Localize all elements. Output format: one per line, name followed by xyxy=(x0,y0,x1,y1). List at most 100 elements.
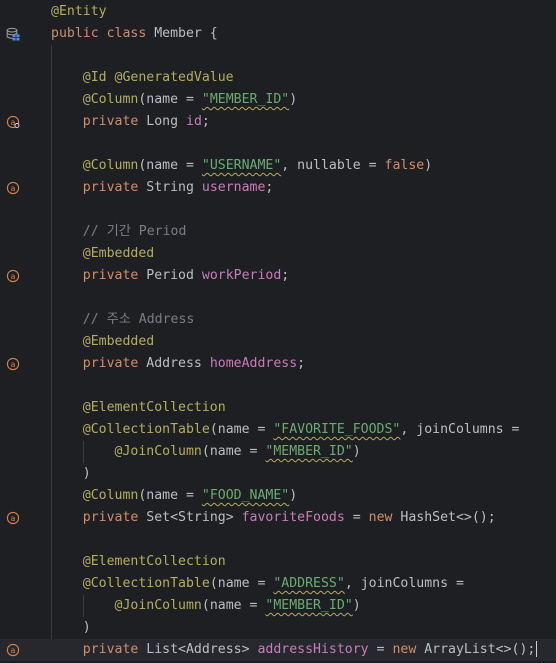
code-line[interactable]: // 주소 Address xyxy=(0,309,556,331)
code-line[interactable]: @Embedded xyxy=(0,331,556,353)
svg-text:a: a xyxy=(11,646,16,655)
code-line[interactable]: @Embedded xyxy=(0,243,556,265)
code-text[interactable]: @Embedded xyxy=(51,243,154,265)
field-icon[interactable]: a xyxy=(6,269,20,283)
code-line[interactable]: ) xyxy=(0,617,556,639)
field-name: id xyxy=(186,114,202,129)
string-literal: "FOOD_NAME" xyxy=(201,488,290,503)
field-icon[interactable]: a xyxy=(6,511,20,525)
code-line[interactable]: @JoinColumn(name = "MEMBER_ID") xyxy=(0,595,556,617)
code-line[interactable]: @JoinColumn(name = "MEMBER_ID") xyxy=(0,441,556,463)
code-line[interactable]: a private List<Address> addressHistory =… xyxy=(0,639,556,661)
annotation: @Column xyxy=(82,488,139,503)
code-token: ; xyxy=(201,114,210,129)
code-text[interactable]: @Entity xyxy=(51,1,107,23)
code-line[interactable]: @ElementCollection xyxy=(0,551,556,573)
code-line[interactable] xyxy=(0,199,556,221)
code-line[interactable]: @Entity xyxy=(0,1,556,23)
string-literal: "MEMBER_ID" xyxy=(201,92,290,107)
code-text[interactable]: private Long id; xyxy=(51,111,210,133)
code-text[interactable]: @Embedded xyxy=(51,331,154,353)
code-token: String xyxy=(146,180,202,195)
code-line[interactable]: // 기간 Period xyxy=(0,221,556,243)
code-text[interactable]: @ElementCollection xyxy=(51,397,226,419)
code-line[interactable] xyxy=(0,133,556,155)
code-token: ) xyxy=(424,158,433,173)
code-token: ) xyxy=(289,488,298,503)
code-text[interactable]: private Address homeAddress; xyxy=(51,353,305,375)
code-text[interactable]: ) xyxy=(51,463,91,485)
code-line[interactable]: a private Long id; xyxy=(0,111,556,133)
code-token: ArrayList<>(); xyxy=(424,642,536,657)
code-text[interactable]: private List<Address> addressHistory = n… xyxy=(51,639,538,661)
code-text[interactable]: // 기간 Period xyxy=(51,221,187,243)
annotation: @CollectionTable xyxy=(82,422,210,437)
code-line[interactable]: @Column(name = "MEMBER_ID") xyxy=(0,89,556,111)
code-text[interactable]: private Set<String> favoriteFoods = new … xyxy=(51,507,496,529)
code-line[interactable] xyxy=(0,529,556,551)
code-text[interactable]: @CollectionTable(name = "FAVORITE_FOODS"… xyxy=(51,419,520,441)
comment: // 기간 Period xyxy=(82,224,187,239)
code-line[interactable]: ) xyxy=(0,463,556,485)
code-token: (name = xyxy=(209,422,274,437)
code-line[interactable]: @Column(name = "USERNAME", nullable = fa… xyxy=(0,155,556,177)
svg-text:a: a xyxy=(11,272,16,281)
string-literal: "USERNAME" xyxy=(201,158,282,173)
code-text[interactable]: @JoinColumn(name = "MEMBER_ID") xyxy=(51,595,361,617)
code-text[interactable]: @CollectionTable(name = "ADDRESS", joinC… xyxy=(51,573,464,595)
keyword: false xyxy=(384,158,425,173)
annotation: @JoinColumn xyxy=(114,598,202,613)
code-text[interactable]: private Period workPeriod; xyxy=(51,265,289,287)
string-literal: "MEMBER_ID" xyxy=(265,598,353,613)
code-token: ; xyxy=(281,268,290,283)
svg-text:a: a xyxy=(11,184,16,193)
code-text[interactable]: @Column(name = "MEMBER_ID") xyxy=(51,89,297,111)
code-text[interactable]: private String username; xyxy=(51,177,274,199)
annotation: @ElementCollection xyxy=(82,554,226,569)
annotation: @Column xyxy=(82,92,139,107)
keyword: private xyxy=(82,114,147,129)
code-line[interactable] xyxy=(0,375,556,397)
code-line[interactable]: @Id @GeneratedValue xyxy=(0,67,556,89)
code-text[interactable]: @ElementCollection xyxy=(51,551,226,573)
code-token: Address xyxy=(146,356,210,371)
string-literal: "FAVORITE_FOODS" xyxy=(273,422,401,437)
code-text[interactable]: // 주소 Address xyxy=(51,309,195,331)
code-line[interactable]: @ElementCollection xyxy=(0,397,556,419)
primary-key-field-icon[interactable]: a xyxy=(6,115,20,129)
code-line[interactable] xyxy=(0,287,556,309)
code-line[interactable]: a private Address homeAddress; xyxy=(0,353,556,375)
code-line[interactable]: a private Set<String> favoriteFoods = ne… xyxy=(0,507,556,529)
annotation: @ElementCollection xyxy=(82,400,226,415)
code-token: (name = xyxy=(201,444,266,459)
code-line[interactable]: public class Member { xyxy=(0,23,556,45)
field-icon[interactable]: a xyxy=(6,357,20,371)
code-line[interactable]: @Column(name = "FOOD_NAME") xyxy=(0,485,556,507)
code-text[interactable]: @Id @GeneratedValue xyxy=(51,67,234,89)
code-text[interactable]: ) xyxy=(51,617,91,639)
code-text[interactable]: @JoinColumn(name = "MEMBER_ID") xyxy=(51,441,361,463)
code-text[interactable]: @Column(name = "FOOD_NAME") xyxy=(51,485,297,507)
code-editor[interactable]: @Entity public class Member { @Id @Genera… xyxy=(0,0,556,663)
code-token: ) xyxy=(82,620,91,635)
field-icon[interactable]: a xyxy=(6,643,20,657)
database-table-icon[interactable] xyxy=(6,27,20,41)
code-line[interactable]: @CollectionTable(name = "FAVORITE_FOODS"… xyxy=(0,419,556,441)
code-line[interactable]: a private Period workPeriod; xyxy=(0,265,556,287)
field-icon[interactable]: a xyxy=(6,181,20,195)
code-line[interactable]: a private String username; xyxy=(0,177,556,199)
code-line[interactable]: @CollectionTable(name = "ADDRESS", joinC… xyxy=(0,573,556,595)
keyword: private xyxy=(82,356,147,371)
code-token: Set<String> xyxy=(146,510,242,525)
code-text[interactable]: @Column(name = "USERNAME", nullable = fa… xyxy=(51,155,432,177)
code-text[interactable]: public class Member { xyxy=(51,23,218,45)
code-line[interactable] xyxy=(0,45,556,67)
